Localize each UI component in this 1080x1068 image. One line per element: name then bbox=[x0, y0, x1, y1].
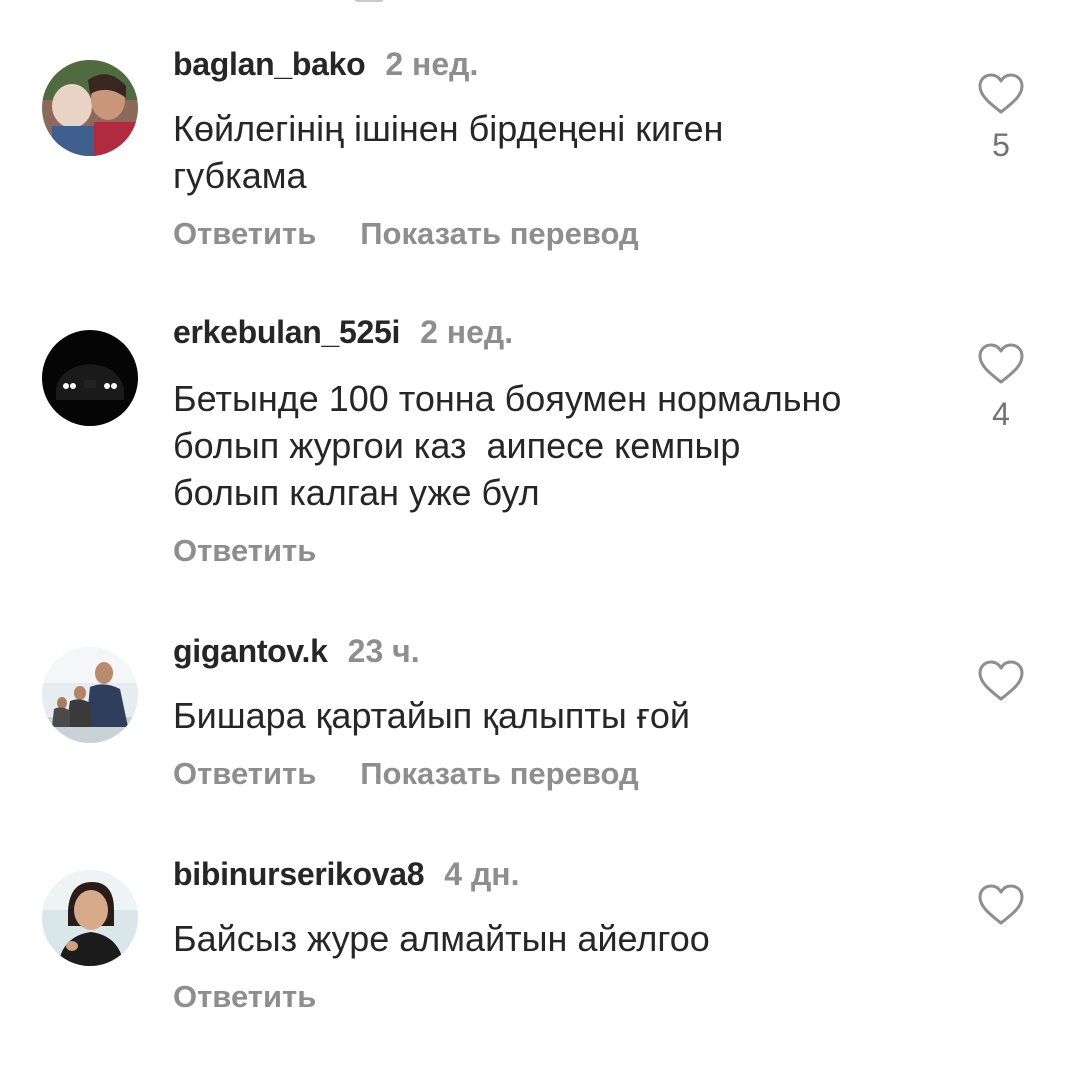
avatar[interactable] bbox=[42, 647, 138, 743]
comment-text: Бишара қартайып қалыпты ғой bbox=[173, 695, 691, 736]
reply-button[interactable]: Ответить bbox=[173, 533, 316, 569]
show-translation-button[interactable]: Показать перевод bbox=[360, 216, 638, 252]
comment-time: 2 нед. bbox=[420, 314, 514, 350]
comment-text: Бетынде 100 тонна бояумен нормально болы… bbox=[173, 378, 842, 513]
heart-outline-icon[interactable] bbox=[976, 342, 1026, 386]
reply-button[interactable]: Ответить bbox=[173, 979, 316, 1015]
comment-username[interactable]: gigantov.k bbox=[173, 633, 328, 670]
reply-button[interactable]: Ответить bbox=[173, 216, 316, 252]
like-count: 5 bbox=[992, 127, 1010, 163]
heart-outline-icon[interactable] bbox=[976, 659, 1026, 703]
heart-outline-icon[interactable] bbox=[976, 72, 1026, 116]
scroll-fragment bbox=[354, 0, 384, 2]
comment-time: 23 ч. bbox=[347, 633, 420, 669]
reply-button[interactable]: Ответить bbox=[173, 756, 316, 792]
comment-username[interactable]: bibinurserikova8 bbox=[173, 856, 425, 893]
avatar[interactable] bbox=[42, 60, 138, 156]
comment-text: Байсыз журе алмайтын айелгоо bbox=[173, 918, 710, 959]
heart-outline-icon[interactable] bbox=[976, 883, 1026, 927]
comment-time: 4 дн. bbox=[444, 856, 520, 892]
comment-username[interactable]: erkebulan_525i bbox=[173, 314, 400, 351]
avatar[interactable] bbox=[42, 330, 138, 426]
show-translation-button[interactable]: Показать перевод bbox=[360, 756, 638, 792]
comment-time: 2 нед. bbox=[385, 46, 479, 82]
avatar[interactable] bbox=[42, 870, 138, 966]
like-count: 4 bbox=[992, 396, 1010, 432]
comment-text: Көйлегінің ішінен бірдеңені киген губкам… bbox=[173, 108, 724, 196]
comment-username[interactable]: baglan_bako bbox=[173, 46, 366, 83]
